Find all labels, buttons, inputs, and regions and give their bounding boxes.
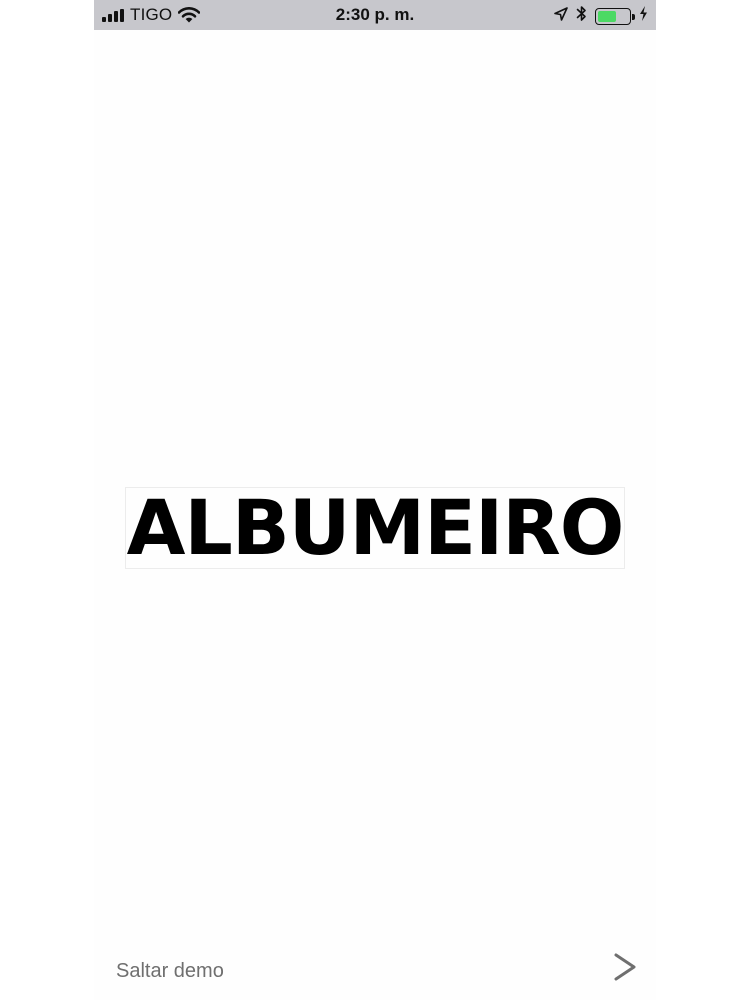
- chevron-right-icon: [610, 953, 640, 988]
- app-logo: ALBUMEIRO: [94, 487, 656, 569]
- page: TIGO 2:30 p. m. ALBUMEIRO Saltar demo: [0, 0, 750, 1000]
- charging-icon: [639, 6, 648, 26]
- location-icon: [554, 6, 568, 26]
- status-bar: TIGO 2:30 p. m.: [94, 0, 656, 30]
- skip-demo-button[interactable]: Saltar demo: [116, 960, 224, 983]
- bluetooth-icon: [576, 5, 587, 27]
- battery-level-fill: [598, 10, 616, 22]
- phone-screen: TIGO 2:30 p. m. ALBUMEIRO Saltar demo: [94, 0, 656, 1000]
- logo-wordmark: ALBUMEIRO: [124, 483, 626, 572]
- status-right: [554, 5, 648, 27]
- next-button[interactable]: [610, 950, 640, 984]
- battery-icon: [595, 7, 635, 25]
